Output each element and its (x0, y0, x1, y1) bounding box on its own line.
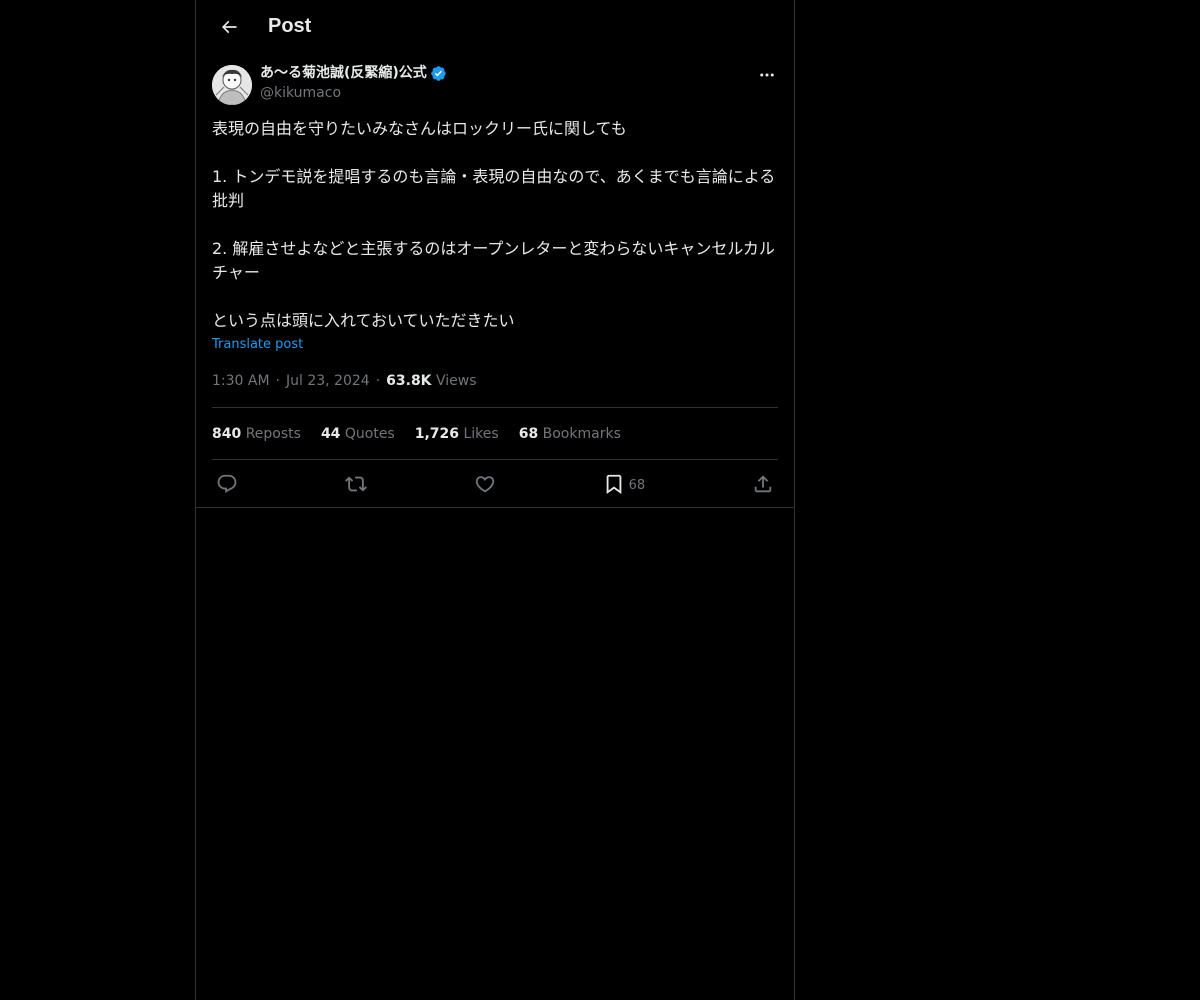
post-meta: 1:30 AM · Jul 23, 2024 · 63.8K Views (212, 371, 778, 408)
stat-label: Bookmarks (542, 425, 621, 442)
repost-icon (344, 473, 367, 495)
stat-label: Likes (463, 425, 499, 442)
stat-count: 68 (518, 425, 539, 442)
stat-count: 44 (320, 425, 341, 442)
stat-likes[interactable]: 1,726 Likes (415, 426, 499, 442)
meta-separator: · (375, 373, 381, 389)
arrow-left-icon (219, 17, 239, 37)
engagement-stats: 840 Reposts 44 Quotes 1,726 Likes 68 Boo… (212, 408, 778, 460)
author-handle[interactable]: @kikumaco (260, 83, 447, 103)
back-button[interactable] (212, 10, 246, 44)
bookmark-button[interactable]: 68 (603, 469, 646, 499)
author-name-line: あ〜る菊池誠(反緊縮)公式 (260, 63, 447, 83)
translate-post-link[interactable]: Translate post (212, 336, 303, 354)
bookmark-icon (603, 473, 625, 495)
reply-button[interactable] (216, 469, 238, 499)
page-title: Post (268, 15, 312, 37)
share-button[interactable] (752, 469, 774, 499)
post-text: 表現の自由を守りたいみなさんはロックリー氏に関しても 1. トンデモ説を提唱する… (212, 119, 776, 330)
reply-icon (216, 473, 238, 495)
page-header: Post (196, 0, 794, 53)
stat-quotes[interactable]: 44 Quotes (321, 426, 395, 442)
share-icon (752, 473, 774, 495)
stat-label: Quotes (344, 425, 395, 442)
views-label: Views (435, 373, 477, 389)
author-display-name[interactable]: あ〜る菊池誠(反緊縮)公式 (260, 63, 427, 83)
more-options-button[interactable] (756, 64, 778, 86)
post-author-row: あ〜る菊池誠(反緊縮)公式 @kikumaco (212, 63, 778, 107)
repost-button[interactable] (344, 469, 367, 499)
author-info: あ〜る菊池誠(反緊縮)公式 @kikumaco (260, 63, 447, 103)
action-bar: 68 (212, 460, 778, 507)
stat-label: Reposts (245, 425, 301, 442)
stat-count: 840 (212, 425, 242, 442)
like-button[interactable] (474, 469, 496, 499)
post-detail-column: Post あ〜る菊池誠(反緊縮)公式 @kikumaco 表現の自由を守りたいみ… (195, 0, 795, 1000)
stat-count: 1,726 (414, 425, 460, 442)
stat-bookmarks[interactable]: 68 Bookmarks (519, 426, 621, 442)
post-time[interactable]: 1:30 AM (212, 373, 270, 389)
views-count: 63.8K (386, 373, 432, 389)
more-horizontal-icon (758, 66, 776, 84)
post-date[interactable]: Jul 23, 2024 (286, 373, 370, 389)
stat-reposts[interactable]: 840 Reposts (212, 426, 301, 442)
meta-separator: · (275, 373, 280, 389)
bookmark-count: 68 (628, 477, 646, 493)
verified-badge-icon[interactable] (430, 65, 447, 82)
avatar[interactable] (212, 65, 252, 105)
heart-icon (474, 473, 496, 495)
post: あ〜る菊池誠(反緊縮)公式 @kikumaco 表現の自由を守りたいみなさんはロ… (196, 53, 794, 508)
